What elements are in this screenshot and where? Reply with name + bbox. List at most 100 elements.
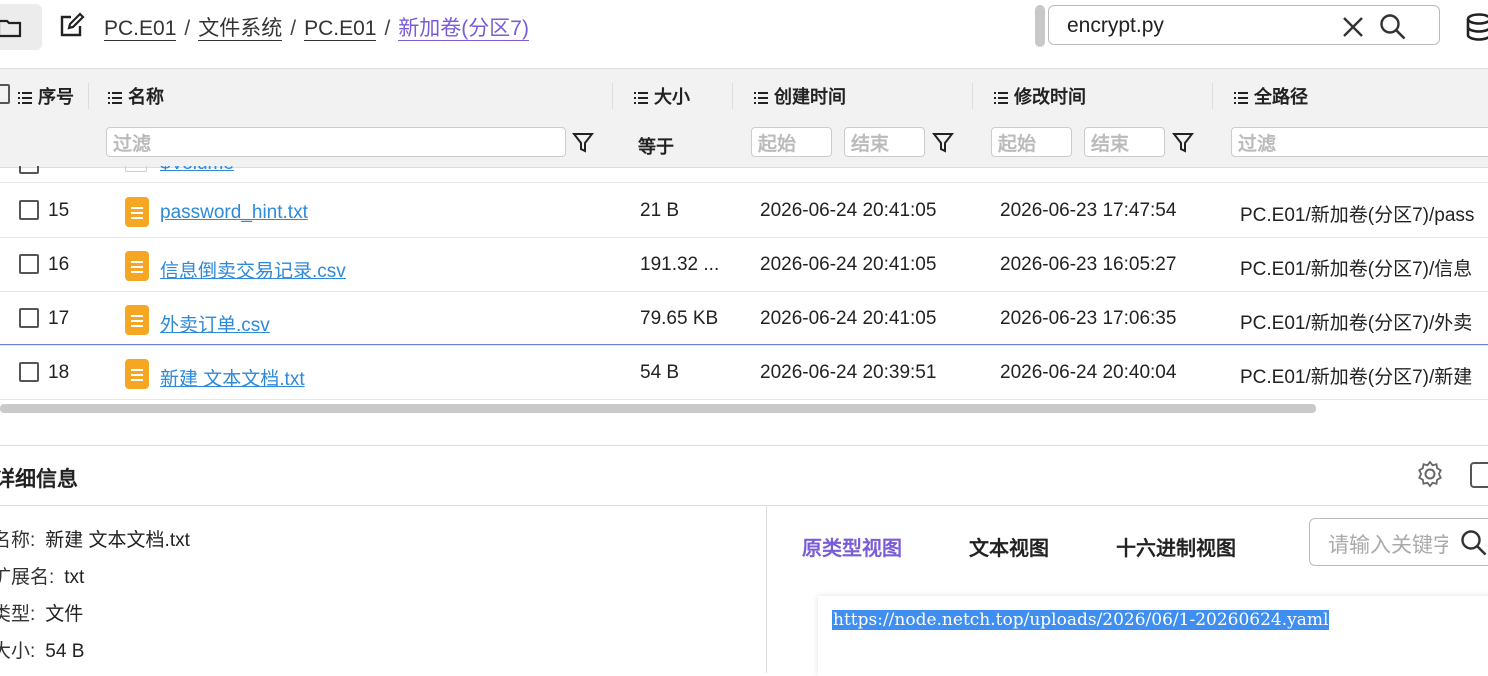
property-key: 大小: xyxy=(0,641,36,662)
column-divider[interactable] xyxy=(612,83,613,109)
gear-icon[interactable] xyxy=(1416,460,1444,488)
table-row[interactable]: 16 信息倒卖交易记录.csv 191.32 ... 2026-06-24 20… xyxy=(0,237,1488,292)
modified-start-input[interactable]: 起始 xyxy=(991,127,1072,157)
name-filter-input[interactable]: 过滤 xyxy=(106,127,566,157)
keyword-placeholder: 请输入关键字 xyxy=(1328,534,1448,557)
tab-hex-view[interactable]: 十六进制视图 xyxy=(1116,532,1236,561)
breadcrumb: PC.E01 / 文件系统 / PC.E01 / 新加卷(分区7) xyxy=(104,12,529,42)
panel-divider[interactable] xyxy=(766,506,767,673)
tab-raw-view[interactable]: 原类型视图 xyxy=(802,532,902,561)
folder-button[interactable] xyxy=(0,4,42,50)
top-bar: PC.E01 / 文件系统 / PC.E01 / 新加卷(分区7) encrypt.py xyxy=(0,0,1488,52)
edit-icon[interactable] xyxy=(58,11,86,39)
tab-text-view[interactable]: 文本视图 xyxy=(969,532,1049,561)
column-header-label: 名称 xyxy=(128,87,164,107)
file-size: 191.32 ... xyxy=(640,254,720,275)
menu-icon xyxy=(994,92,1008,105)
table-row-selected[interactable]: 18 新建 文本文档.txt 54 B 2026-06-24 20:39:51 … xyxy=(0,344,1488,400)
property-key: 扩展名: xyxy=(0,567,55,588)
selected-content-text[interactable]: https://node.netch.top/uploads/2026/06/1… xyxy=(832,610,1330,630)
select-all-checkbox[interactable] xyxy=(0,84,10,104)
table-header: 序号 名称 大小 创建时间 修改时间 全路径 过滤 等于 起始 结束 起始 结束… xyxy=(0,68,1488,168)
search-input[interactable]: encrypt.py xyxy=(1048,5,1440,45)
column-header-size[interactable]: 大小 xyxy=(634,83,690,109)
column-header-path[interactable]: 全路径 xyxy=(1234,83,1308,109)
filter-icon[interactable] xyxy=(1172,132,1194,154)
column-header-label: 大小 xyxy=(654,87,690,107)
modified-time: 2026-06-23 17:06:35 xyxy=(1000,308,1177,329)
full-path: PC.E01/新加卷(分区7)/外卖 xyxy=(1240,313,1473,334)
document-icon xyxy=(125,251,149,281)
panel-toggle-icon[interactable] xyxy=(1470,462,1488,488)
row-index: 17 xyxy=(48,308,70,329)
file-name-link[interactable]: $Volume xyxy=(160,166,234,175)
row-index: 18 xyxy=(48,362,70,383)
file-name-link[interactable]: 外卖订单.csv xyxy=(160,310,270,337)
column-header-name[interactable]: 名称 xyxy=(108,83,164,109)
size-filter-operator[interactable]: 等于 xyxy=(638,133,674,159)
horizontal-scrollbar[interactable] xyxy=(0,404,1316,413)
file-name-link[interactable]: 信息倒卖交易记录.csv xyxy=(160,256,346,283)
created-time: 2026-06-24 20:41:05 xyxy=(760,200,937,221)
path-filter-input[interactable]: 过滤 xyxy=(1231,127,1488,157)
folder-icon xyxy=(0,19,22,38)
table-row[interactable]: 15 password_hint.txt 21 B 2026-06-24 20:… xyxy=(0,183,1488,238)
row-checkbox[interactable] xyxy=(19,362,39,382)
scrollbar-thumb[interactable] xyxy=(1035,5,1045,47)
filter-icon[interactable] xyxy=(572,132,594,154)
full-path: PC.E01/新加卷(分区7)/信息 xyxy=(1240,259,1473,280)
document-icon xyxy=(125,197,149,227)
breadcrumb-separator: / xyxy=(384,17,391,40)
created-end-input[interactable]: 结束 xyxy=(844,127,925,157)
row-index: 15 xyxy=(48,200,70,221)
row-checkbox[interactable] xyxy=(19,308,39,328)
keyword-search-input[interactable]: 请输入关键字 xyxy=(1309,518,1488,566)
divider xyxy=(0,445,1488,446)
menu-icon xyxy=(754,92,768,105)
property-value: 文件 xyxy=(45,604,84,625)
filter-icon[interactable] xyxy=(932,132,954,154)
column-header-label: 修改时间 xyxy=(1014,87,1086,107)
close-icon[interactable] xyxy=(1341,15,1365,39)
file-name-link[interactable]: password_hint.txt xyxy=(160,202,308,224)
menu-icon xyxy=(634,92,648,105)
property-key: 名称: xyxy=(0,530,36,551)
breadcrumb-item[interactable]: PC.E01 xyxy=(104,17,177,41)
row-checkbox[interactable] xyxy=(19,254,39,274)
table-row[interactable]: $Volume xyxy=(0,166,1488,183)
column-divider[interactable] xyxy=(732,83,733,109)
property-value: txt xyxy=(64,567,85,588)
detail-title: 详细信息 xyxy=(0,468,78,491)
column-header-modified[interactable]: 修改时间 xyxy=(994,83,1086,109)
property-key: 类型: xyxy=(0,604,36,625)
property-type: 类型: 文件 xyxy=(0,599,83,626)
property-name: 名称: 新建 文本文档.txt xyxy=(0,525,190,552)
database-icon[interactable] xyxy=(1466,13,1488,41)
search-icon[interactable] xyxy=(1379,13,1407,41)
modified-end-input[interactable]: 结束 xyxy=(1084,127,1165,157)
created-start-input[interactable]: 起始 xyxy=(751,127,832,157)
created-time: 2026-06-24 20:41:05 xyxy=(760,308,937,329)
row-index: 16 xyxy=(48,254,70,275)
search-icon[interactable] xyxy=(1460,529,1488,557)
property-extension: 扩展名: txt xyxy=(0,562,84,589)
row-checkbox[interactable] xyxy=(19,200,39,220)
raw-content-view[interactable]: https://node.netch.top/uploads/2026/06/1… xyxy=(818,596,1488,676)
breadcrumb-item[interactable]: PC.E01 xyxy=(304,17,377,41)
table-row[interactable]: 17 外卖订单.csv 79.65 KB 2026-06-24 20:41:05… xyxy=(0,291,1488,346)
modified-time: 2026-06-23 16:05:27 xyxy=(1000,254,1177,275)
document-icon xyxy=(125,305,149,335)
document-icon xyxy=(125,359,149,389)
modified-time: 2026-06-24 20:40:04 xyxy=(1000,362,1177,383)
column-divider[interactable] xyxy=(88,83,89,109)
breadcrumb-separator: / xyxy=(184,17,191,40)
column-divider[interactable] xyxy=(1212,83,1213,109)
column-header-created[interactable]: 创建时间 xyxy=(754,83,846,109)
file-name-link[interactable]: 新建 文本文档.txt xyxy=(160,364,305,391)
column-header-index[interactable]: 序号 xyxy=(18,83,74,109)
breadcrumb-current[interactable]: 新加卷(分区7) xyxy=(398,17,529,41)
row-checkbox[interactable] xyxy=(19,166,39,174)
file-size: 21 B xyxy=(640,200,680,221)
column-divider[interactable] xyxy=(972,83,973,109)
breadcrumb-item[interactable]: 文件系统 xyxy=(198,17,283,41)
